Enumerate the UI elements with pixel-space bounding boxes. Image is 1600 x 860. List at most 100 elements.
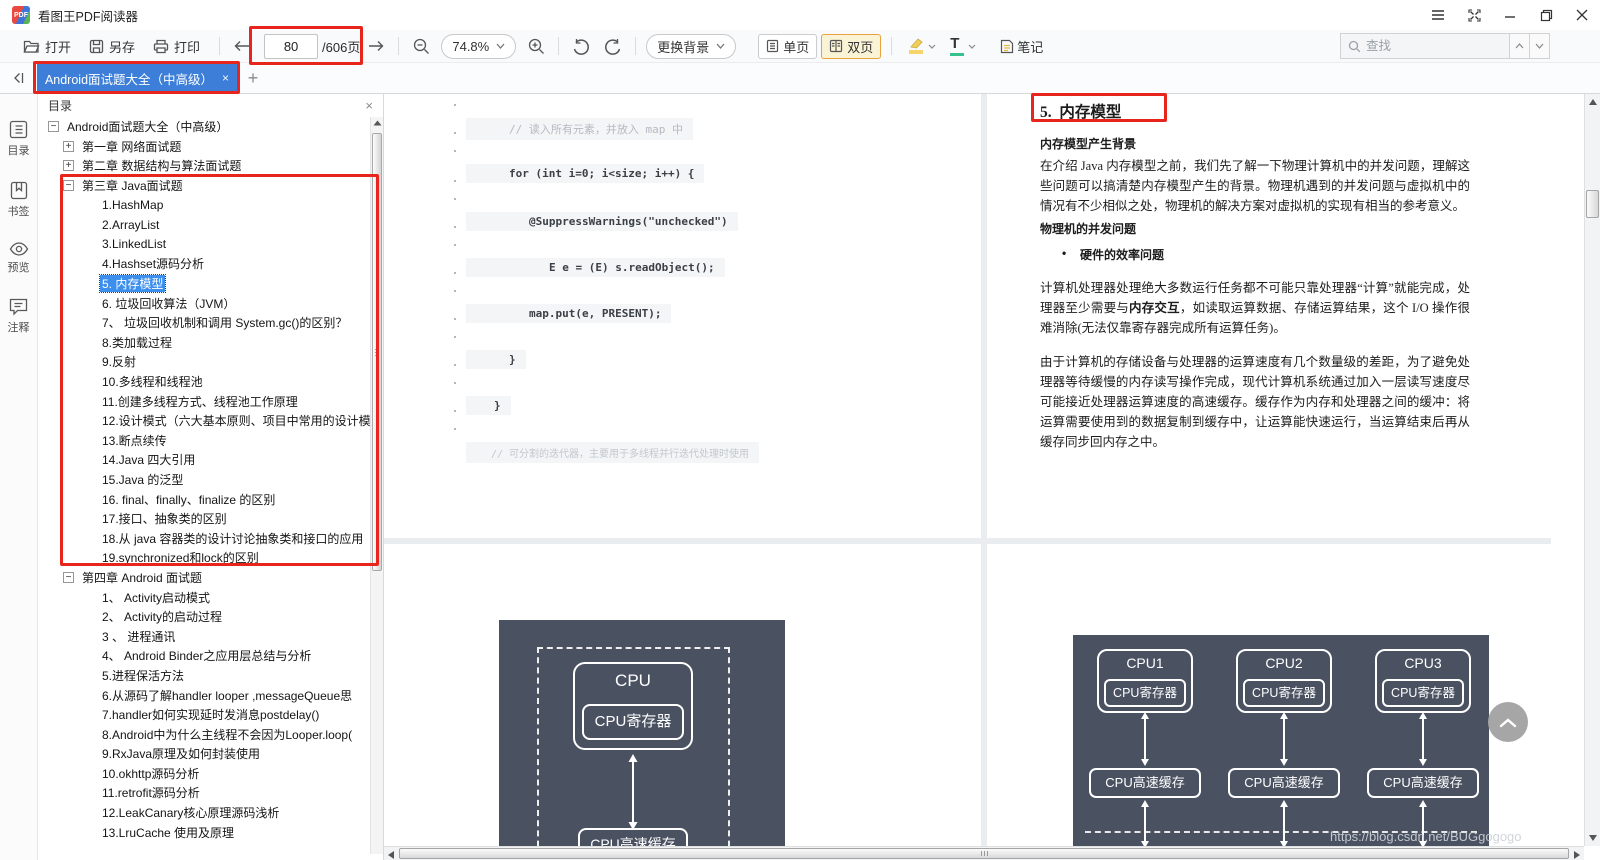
search-input[interactable] — [1366, 39, 1496, 53]
toc-item[interactable]: 8.Android中为什么主线程不会因为Looper.loop( — [38, 724, 370, 744]
new-tab-button[interactable]: + — [237, 68, 269, 89]
chevron-up-icon — [1499, 717, 1517, 727]
tab-close-icon[interactable]: × — [222, 71, 229, 85]
toc-item[interactable]: 1.HashMap — [38, 195, 370, 215]
open-label: 打开 — [45, 39, 72, 55]
print-button[interactable]: 打印 — [144, 33, 209, 59]
toc-item[interactable]: 4、 Android Binder之应用层总结与分析 — [38, 646, 370, 666]
open-button[interactable]: 打开 — [14, 33, 80, 59]
fullscreen-icon[interactable] — [1456, 0, 1492, 30]
sidebar-item-bookmark[interactable]: 书签 — [8, 181, 30, 219]
back-to-top-button[interactable] — [1488, 702, 1528, 742]
toc-scrollbar-thumb[interactable] — [372, 133, 382, 571]
zoom-in-icon[interactable] — [524, 33, 548, 59]
search-field[interactable] — [1340, 33, 1510, 59]
toc-item[interactable]: 2.ArrayList — [38, 215, 370, 235]
scroll-up-icon[interactable] — [1589, 99, 1597, 105]
vertical-scrollbar[interactable] — [1584, 94, 1600, 846]
sidebar-item-annotation[interactable]: 注释 — [8, 298, 30, 335]
document-tab[interactable]: Android面试题大全（中高级） × — [37, 62, 237, 94]
menu-icon[interactable] — [1420, 0, 1456, 30]
toc-item[interactable]: 7、 垃圾回收机制和调用 System.gc()的区别？ — [38, 313, 370, 333]
scroll-right-icon[interactable] — [1574, 851, 1580, 859]
toc-item[interactable]: 10.多线程和线程池 — [38, 372, 370, 392]
double-page-button[interactable]: 双页 — [821, 33, 882, 59]
toc-item[interactable]: 12.LeakCanary核心原理源码浅析 — [38, 803, 370, 823]
minimize-icon[interactable] — [1492, 0, 1528, 30]
toc-item[interactable]: + 第一章 网络面试题 — [38, 137, 370, 157]
change-background-dropdown[interactable]: 更换背景 — [646, 33, 737, 59]
toc-item[interactable]: 17.接口、抽象类的区别 — [38, 509, 370, 529]
toc-item[interactable]: 6. 垃圾回收算法（JVM） — [38, 293, 370, 313]
toc-item[interactable]: 18.从 java 容器类的设计讨论抽象类和接口的应用 — [38, 528, 370, 548]
toc-item[interactable]: 13.LruCache 使用及原理 — [38, 822, 370, 842]
tree-toggle-minus-icon[interactable]: − — [48, 121, 59, 133]
maximize-icon[interactable] — [1528, 0, 1564, 30]
toc-item[interactable]: 11.创建多线程方式、线程池工作原理 — [38, 391, 370, 411]
toc-item[interactable]: 19.synchronized和lock的区别 — [38, 548, 370, 568]
toc-item[interactable]: 7.handler如何实现延时发消息postdelay() — [38, 705, 370, 725]
tree-toggle-minus-icon[interactable]: − — [63, 571, 74, 583]
next-page-button[interactable] — [364, 33, 388, 59]
double-arrow-icon — [1280, 712, 1288, 766]
sidebar-item-toc[interactable]: 目录 — [8, 120, 30, 158]
highlighter-tool-button[interactable] — [902, 33, 943, 59]
single-page-button[interactable]: 单页 — [758, 33, 818, 59]
pdf-view[interactable]: // 读入所有元素，并放入 map 中 for (int i=0; i<size;… — [384, 94, 1584, 846]
toc-item[interactable]: 1、 Activity启动模式 — [38, 587, 370, 607]
toc-item[interactable]: 3 、 进程通讯 — [38, 626, 370, 646]
code-line: E e = (E) s.readObject(); — [466, 258, 725, 277]
toc-item[interactable]: + 第二章 数据结构与算法面试题 — [38, 156, 370, 176]
toc-item[interactable]: − Android面试题大全（中高级） — [38, 117, 370, 137]
toc-item[interactable]: − 第三章 Java面试题 — [38, 176, 370, 196]
main-toolbar: 打开 另存 打印 /606页 74.8% — [0, 30, 1600, 63]
zoom-level-dropdown[interactable]: 74.8% — [441, 33, 517, 59]
notes-button[interactable]: 笔记 — [993, 33, 1050, 59]
double-arrow-icon — [1141, 712, 1149, 766]
toc-item[interactable]: 8.类加载过程 — [38, 333, 370, 353]
tree-toggle-plus-icon[interactable]: + — [63, 160, 74, 172]
toc-item[interactable]: 5. 内存模型 — [38, 274, 370, 294]
toc-item-label: 11.创建多线程方式、线程池工作原理 — [102, 394, 298, 409]
app-window: PDF 看图王PDF阅读器 打开 另存 打印 80 /606页 74.8% 更换… — [0, 0, 1600, 860]
toc-item[interactable]: 2、 Activity的启动过程 — [38, 607, 370, 627]
find-next-button[interactable] — [1530, 33, 1550, 59]
toc-item[interactable]: 15.Java 的泛型 — [38, 470, 370, 490]
toc-scrollbar[interactable] — [370, 117, 383, 854]
prev-page-button[interactable] — [230, 33, 254, 59]
close-icon[interactable] — [1564, 0, 1600, 30]
scroll-down-icon[interactable] — [1589, 835, 1597, 841]
tree-toggle-minus-icon[interactable]: − — [63, 180, 74, 192]
toc-item[interactable]: 16. final、finally、finalize 的区别 — [38, 489, 370, 509]
undo-icon[interactable] — [569, 33, 593, 59]
toc-item[interactable]: 4.Hashset源码分析 — [38, 254, 370, 274]
toc-item[interactable]: 13.断点续传 — [38, 431, 370, 451]
sidebar-item-preview[interactable]: 预览 — [8, 242, 30, 275]
toc-item[interactable]: 9.RxJava原理及如何封装使用 — [38, 744, 370, 764]
toc-item[interactable]: 14.Java 四大引用 — [38, 450, 370, 470]
toc-close-icon[interactable]: × — [365, 98, 373, 113]
text-tool-button[interactable]: T — [943, 33, 983, 59]
collapse-sidebar-icon[interactable] — [6, 63, 30, 93]
find-previous-button[interactable] — [1510, 33, 1530, 59]
toc-item[interactable]: 6.从源码了解handler looper ,messageQueue思 — [38, 685, 370, 705]
tree-toggle-plus-icon[interactable]: + — [63, 140, 74, 152]
scroll-up-icon — [373, 120, 382, 126]
toc-item[interactable]: 9.反射 — [38, 352, 370, 372]
save-as-button[interactable]: 另存 — [80, 33, 144, 59]
scroll-left-icon[interactable] — [388, 851, 394, 859]
toc-item-label: 8.Android中为什么主线程不会因为Looper.loop( — [102, 727, 353, 742]
horizontal-scrollbar[interactable] — [384, 846, 1584, 860]
highlighter-icon — [909, 38, 924, 54]
zoom-out-icon[interactable] — [409, 33, 433, 59]
toc-item[interactable]: 12.设计模式（六大基本原则、项目中常用的设计模 — [38, 411, 370, 431]
horizontal-scrollbar-thumb[interactable] — [399, 848, 1569, 859]
toc-item[interactable]: − 第四章 Android 面试题 — [38, 568, 370, 588]
toc-item[interactable]: 11.retrofit源码分析 — [38, 783, 370, 803]
page-number-input[interactable] — [264, 33, 319, 59]
toc-item[interactable]: 10.okhttp源码分析 — [38, 764, 370, 784]
toc-item[interactable]: 5.进程保活方法 — [38, 666, 370, 686]
toc-item[interactable]: 3.LinkedList — [38, 235, 370, 255]
redo-icon[interactable] — [601, 33, 625, 59]
vertical-scrollbar-thumb[interactable] — [1586, 190, 1599, 218]
